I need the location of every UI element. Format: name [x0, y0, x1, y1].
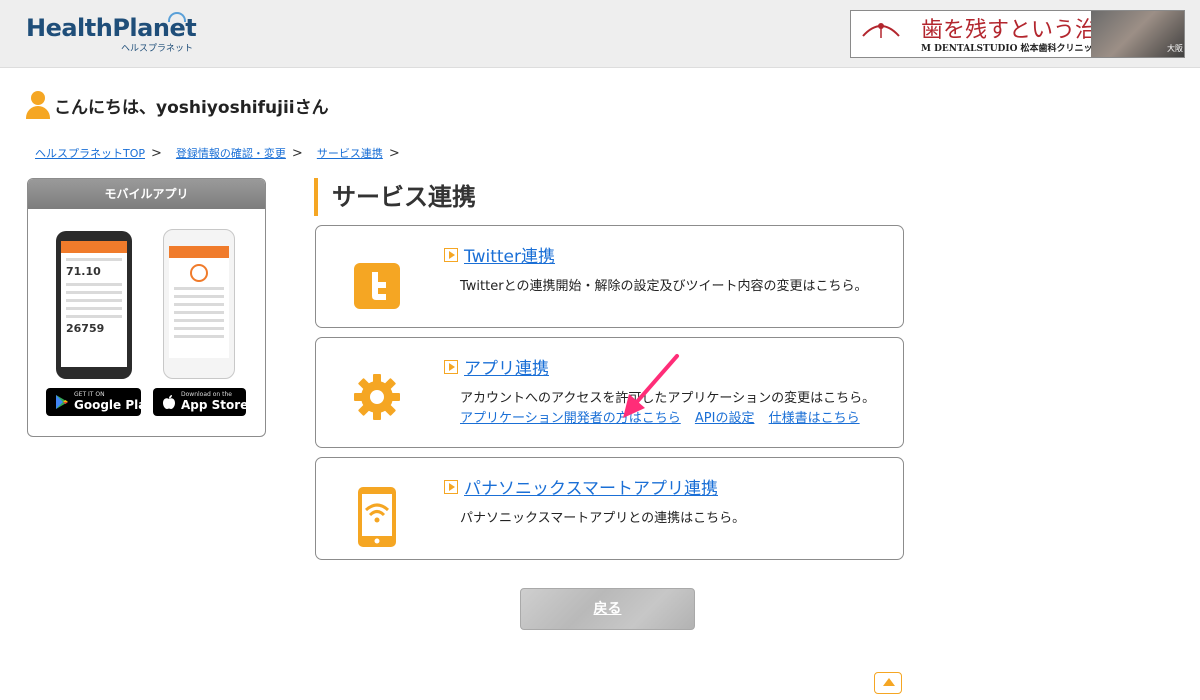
scroll-to-top-button[interactable]	[874, 672, 902, 694]
panasonic-link[interactable]: パナソニックスマートアプリ連携	[464, 474, 718, 499]
site-header: HealthPlanet ヘルスプラネット 歯を残すという治療 M DENTAL…	[0, 0, 1200, 68]
apple-icon	[163, 395, 175, 409]
ad-subtitle: M DENTALSTUDIO 松本歯科クリニック	[921, 44, 1102, 54]
play-arrow-icon	[444, 479, 458, 494]
app-service-card: アプリ連携 アカウントへのアクセスを許可したアプリケーションの変更はこちら。 ア…	[315, 337, 904, 448]
breadcrumb: ヘルスプラネットTOP > 登録情報の確認・変更 > サービス連携 >	[35, 145, 414, 161]
panasonic-description: パナソニックスマートアプリとの連携はこちら。	[460, 511, 746, 526]
android-phone-image: 71.10 26759	[56, 231, 132, 379]
annotation-arrow-icon	[623, 354, 679, 418]
breadcrumb-profile-link[interactable]: 登録情報の確認・変更	[176, 145, 286, 161]
twitter-icon	[354, 263, 400, 309]
ad-title: 歯を残すという治療	[921, 18, 1120, 43]
dental-ad-banner[interactable]: 歯を残すという治療 M DENTALSTUDIO 松本歯科クリニック 大阪	[850, 10, 1185, 58]
phone-value-weight: 71.10	[66, 265, 101, 278]
mobile-app-panel: モバイルアプリ 71.10 26759 GET IT ON Google Pla…	[27, 178, 266, 437]
dental-studio-logo-icon	[862, 23, 900, 38]
healthplanet-logo[interactable]: HealthPlanet ヘルスプラネット	[26, 12, 206, 58]
play-arrow-icon	[444, 359, 458, 374]
app-store-badge[interactable]: Download on the App Store	[153, 388, 249, 416]
ad-photo: 大阪	[1091, 11, 1184, 57]
google-play-badge[interactable]: GET IT ON Google Play	[46, 388, 154, 416]
mobile-app-panel-title: モバイルアプリ	[28, 179, 265, 209]
logo-subtext: ヘルスプラネット	[121, 44, 194, 54]
app-link[interactable]: アプリ連携	[464, 354, 549, 379]
api-settings-link[interactable]: APIの設定	[695, 411, 755, 426]
twitter-description: Twitterとの連携開始・解除の設定及びツイート内容の変更はこちら。	[460, 279, 868, 294]
app-store-label: App Store	[181, 398, 249, 412]
breadcrumb-top-link[interactable]: ヘルスプラネットTOP	[35, 145, 145, 161]
user-greeting: こんにちは、yoshiyoshifujiiさん	[26, 90, 329, 120]
google-play-icon	[56, 395, 68, 409]
play-arrow-icon	[444, 247, 458, 262]
panasonic-service-card: パナソニックスマートアプリ連携 パナソニックスマートアプリとの連携はこちら。	[315, 457, 904, 560]
iphone-image	[163, 229, 235, 379]
breadcrumb-separator: >	[151, 145, 162, 161]
user-icon	[26, 91, 50, 119]
phone-value-steps: 26759	[66, 322, 105, 335]
smartphone-wifi-icon	[358, 487, 396, 547]
twitter-link[interactable]: Twitter連携	[464, 242, 555, 267]
google-play-small: GET IT ON	[74, 391, 105, 398]
twitter-service-card: Twitter連携 Twitterとの連携開始・解除の設定及びツイート内容の変更…	[315, 225, 904, 328]
app-store-small: Download on the	[181, 391, 232, 398]
breadcrumb-separator: >	[291, 145, 303, 161]
gear-icon	[354, 374, 400, 420]
back-button[interactable]: 戻る	[520, 588, 695, 630]
greeting-text: こんにちは、yoshiyoshifujiiさん	[54, 97, 329, 118]
breadcrumb-separator: >	[388, 145, 400, 161]
ad-photo-caption: 大阪	[1167, 44, 1183, 53]
breadcrumb-service-link[interactable]: サービス連携	[317, 145, 383, 161]
api-spec-link[interactable]: 仕様書はこちら	[769, 411, 860, 426]
page-title: サービス連携	[314, 178, 476, 216]
google-play-label: Google Play	[74, 398, 154, 412]
